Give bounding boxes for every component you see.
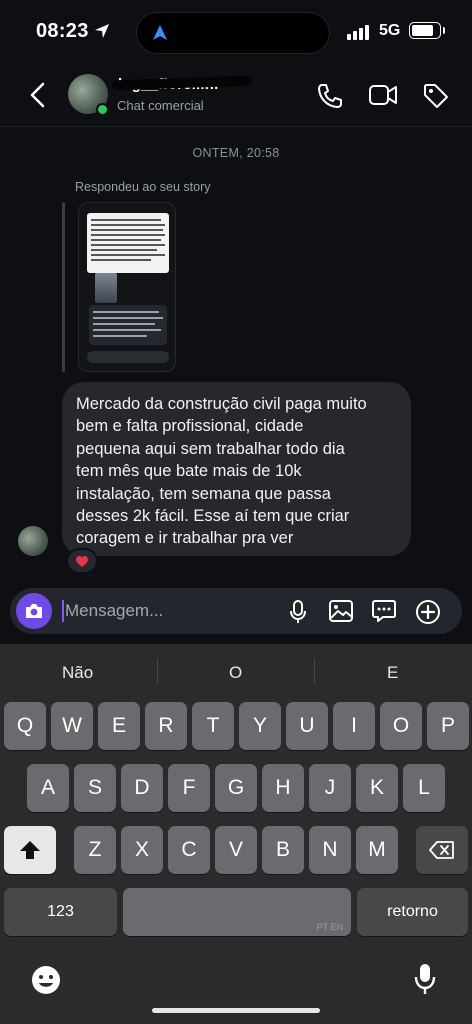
gallery-icon[interactable] <box>328 599 354 623</box>
shift-key[interactable] <box>4 826 56 874</box>
story-thumbnail[interactable] <box>78 202 176 372</box>
key-v[interactable]: V <box>215 826 257 874</box>
key-m[interactable]: M <box>356 826 398 874</box>
suggestion-2[interactable]: O <box>229 663 242 683</box>
key-d[interactable]: D <box>121 764 163 812</box>
suggestion-3[interactable]: E <box>387 663 398 683</box>
status-bar: 08:23 5G <box>0 0 472 64</box>
location-arrow-icon <box>95 24 109 38</box>
key-z[interactable]: Z <box>74 826 116 874</box>
return-key[interactable]: retorno <box>357 888 468 936</box>
key-p[interactable]: P <box>427 702 469 750</box>
key-b[interactable]: B <box>262 826 304 874</box>
message-text: Mercado da construção civil paga muito b… <box>76 395 367 548</box>
emoji-icon[interactable] <box>30 964 62 996</box>
status-time: 08:23 <box>36 20 89 42</box>
key-r[interactable]: R <box>145 702 187 750</box>
key-n[interactable]: N <box>309 826 351 874</box>
sticker-icon[interactable] <box>371 599 397 623</box>
sender-avatar <box>18 526 48 556</box>
key-k[interactable]: K <box>356 764 398 812</box>
camera-icon <box>26 604 42 618</box>
key-h[interactable]: H <box>262 764 304 812</box>
story-reply-pill <box>87 351 169 363</box>
dynamic-island <box>136 12 330 54</box>
battery-icon <box>409 22 441 39</box>
suggestion-divider <box>157 658 158 684</box>
camera-button[interactable] <box>16 593 52 629</box>
story-text-card <box>87 213 169 273</box>
network-label: 5G <box>379 22 401 39</box>
key-y[interactable]: Y <box>239 702 281 750</box>
message-composer <box>10 588 462 634</box>
shift-icon <box>20 841 40 859</box>
key-f[interactable]: F <box>168 764 210 812</box>
chat-header: lug__fiorellini Chat comercial <box>0 64 472 126</box>
space-key[interactable]: PT EN <box>123 888 351 936</box>
key-l[interactable]: L <box>403 764 445 812</box>
video-icon[interactable] <box>368 82 398 108</box>
message-bubble[interactable]: Mercado da construção civil paga muito b… <box>62 382 411 556</box>
text-caret <box>62 600 64 622</box>
key-q[interactable]: Q <box>4 702 46 750</box>
space-language-label: PT EN <box>316 922 343 932</box>
delete-key[interactable] <box>416 826 468 874</box>
header-divider <box>0 126 472 127</box>
story-dark-card <box>89 305 167 345</box>
back-icon[interactable] <box>28 82 48 108</box>
key-x[interactable]: X <box>121 826 163 874</box>
key-g[interactable]: G <box>215 764 257 812</box>
contact-subtitle: Chat comercial <box>117 98 204 113</box>
key-s[interactable]: S <box>74 764 116 812</box>
key-i[interactable]: I <box>333 702 375 750</box>
battery-tip <box>443 27 445 34</box>
heart-icon <box>76 555 88 567</box>
key-j[interactable]: J <box>309 764 351 812</box>
key-c[interactable]: C <box>168 826 210 874</box>
signal-icon <box>347 25 369 40</box>
suggestion-divider <box>314 658 315 684</box>
key-o[interactable]: O <box>380 702 422 750</box>
plus-icon[interactable] <box>415 599 441 625</box>
dictation-icon[interactable] <box>414 962 436 996</box>
key-a[interactable]: A <box>27 764 69 812</box>
heart-reaction[interactable] <box>66 548 98 574</box>
date-separator: ONTEM, 20:58 <box>192 146 280 160</box>
backspace-icon <box>429 841 454 859</box>
suggestion-bar: Não O E <box>0 644 472 698</box>
home-indicator <box>152 1008 320 1013</box>
story-reply-label: Respondeu ao seu story <box>75 180 211 194</box>
message-input[interactable] <box>65 598 265 624</box>
screen: 08:23 5G lug__fiorellini Chat comercial … <box>0 0 472 1024</box>
suggestion-1[interactable]: Não <box>62 663 93 683</box>
microphone-icon[interactable] <box>288 599 308 625</box>
quote-bar <box>62 202 65 372</box>
numbers-key[interactable]: 123 <box>4 888 117 936</box>
key-u[interactable]: U <box>286 702 328 750</box>
key-w[interactable]: W <box>51 702 93 750</box>
key-e[interactable]: E <box>98 702 140 750</box>
key-t[interactable]: T <box>192 702 234 750</box>
online-indicator <box>96 103 109 116</box>
story-photo <box>95 273 117 303</box>
navigation-icon <box>153 25 167 40</box>
keyboard: Não O E Q W E R T Y U I O P A S D F G H … <box>0 644 472 1024</box>
phone-icon[interactable] <box>316 82 344 110</box>
tag-icon[interactable] <box>422 82 450 110</box>
